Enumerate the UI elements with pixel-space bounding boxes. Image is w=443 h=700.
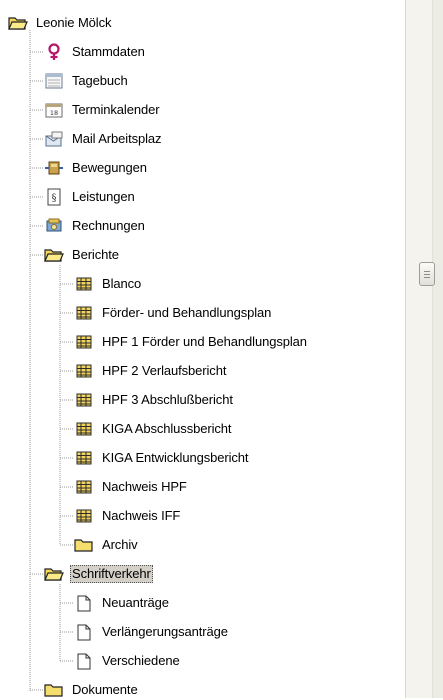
tree-node-report[interactable]: HPF 3 Abschlußbericht [74, 390, 235, 410]
invoice-icon [44, 217, 64, 235]
blank-document-icon [74, 652, 94, 670]
report-icon [74, 333, 94, 351]
tree-node-report[interactable]: HPF 1 Förder und Behandlungsplan [74, 332, 309, 352]
tree-node-label: Berichte [72, 247, 119, 262]
diary-icon [44, 72, 64, 90]
grip-line [424, 271, 430, 272]
report-icon [74, 507, 94, 525]
tree-view[interactable]: Leonie Mölck Stammdaten Tagebuch 18 Term… [0, 0, 405, 698]
tree-node-leistungen[interactable]: § Leistungen [44, 187, 137, 207]
tree-node-label: KIGA Entwicklungsbericht [102, 450, 249, 465]
tree-node-label: Archiv [102, 537, 138, 552]
tree-node-label: Blanco [102, 276, 142, 291]
tree-node-label: Verlängerungsanträge [102, 624, 228, 639]
report-icon [74, 362, 94, 380]
folder-icon [74, 536, 94, 554]
tree-node-mail-arbeitsplaz[interactable]: Mail Arbeitsplaz [44, 129, 163, 149]
mail-icon [44, 130, 64, 148]
tree-node-label: Tagebuch [72, 73, 128, 88]
tree-node-rechnungen[interactable]: Rechnungen [44, 216, 147, 236]
scrollbar-track[interactable] [432, 0, 443, 698]
tree-root-node[interactable]: Leonie Mölck [8, 13, 113, 33]
report-icon [74, 449, 94, 467]
grip-line [424, 277, 430, 278]
tree-node-archiv[interactable]: Archiv [74, 535, 140, 555]
tree-node-label: HPF 1 Förder und Behandlungsplan [102, 334, 307, 349]
tree-node-label: HPF 2 Verlaufsbericht [102, 363, 227, 378]
tree-node-label: Förder- und Behandlungsplan [102, 305, 272, 320]
folder-icon [44, 681, 64, 699]
svg-text:§: § [52, 193, 57, 204]
tree-node-label: Mail Arbeitsplaz [72, 131, 162, 146]
tree-node-terminkalender[interactable]: 18 Terminkalender [44, 100, 161, 120]
grip-line [424, 274, 430, 275]
tree-node-document[interactable]: Neuanträge [74, 593, 171, 613]
tree-node-label: KIGA Abschlussbericht [102, 421, 232, 436]
open-folder-icon [8, 14, 28, 32]
tree-node-report[interactable]: Nachweis HPF [74, 477, 189, 497]
tree-node-document[interactable]: Verschiedene [74, 651, 182, 671]
tree-node-label: Rechnungen [72, 218, 145, 233]
open-folder-icon [44, 246, 64, 264]
tree-node-berichte[interactable]: Berichte [44, 245, 121, 265]
report-icon [74, 420, 94, 438]
tree-node-label: HPF 3 Abschlußbericht [102, 392, 233, 407]
svg-text:18: 18 [50, 109, 58, 117]
tree-node-label: Nachweis HPF [102, 479, 187, 494]
blank-document-icon [74, 623, 94, 641]
tree-node-label: Leistungen [72, 189, 135, 204]
report-icon [74, 478, 94, 496]
tree-node-stammdaten[interactable]: Stammdaten [44, 42, 147, 62]
tree-node-label: Stammdaten [72, 44, 145, 59]
scrollbar-thumb[interactable] [419, 262, 435, 286]
tree-node-label: Terminkalender [72, 102, 160, 117]
report-icon [74, 304, 94, 322]
tree-node-label: Schriftverkehr [70, 565, 153, 583]
tree-node-dokumente[interactable]: Dokumente [44, 680, 140, 700]
tree-node-label: Bewegungen [72, 160, 147, 175]
tree-node-report[interactable]: Förder- und Behandlungsplan [74, 303, 273, 323]
tree-node-label: Nachweis IFF [102, 508, 181, 523]
tree-node-bewegungen[interactable]: Bewegungen [44, 158, 149, 178]
tree-node-document[interactable]: Verlängerungsanträge [74, 622, 230, 642]
report-icon [74, 275, 94, 293]
tree-node-tagebuch[interactable]: Tagebuch [44, 71, 130, 91]
tree-node-schriftverkehr[interactable]: Schriftverkehr [44, 564, 153, 584]
tree-node-label: Dokumente [72, 682, 138, 697]
tree-node-label: Verschiedene [102, 653, 180, 668]
female-symbol-icon [44, 43, 64, 61]
vertical-scrollbar[interactable] [405, 0, 443, 698]
tree-node-report[interactable]: KIGA Abschlussbericht [74, 419, 233, 439]
report-icon [74, 391, 94, 409]
tree-node-report[interactable]: HPF 2 Verlaufsbericht [74, 361, 228, 381]
tree-node-report[interactable]: Nachweis IFF [74, 506, 182, 526]
tree-node-label: Leonie Mölck [36, 15, 112, 30]
blank-document-icon [74, 594, 94, 612]
tree-node-report[interactable]: Blanco [74, 274, 143, 294]
calendar-icon: 18 [44, 101, 64, 119]
tree-node-label: Neuanträge [102, 595, 169, 610]
movements-icon [44, 159, 64, 177]
open-folder-icon [44, 565, 64, 583]
tree-node-report[interactable]: KIGA Entwicklungsbericht [74, 448, 250, 468]
paragraph-document-icon: § [44, 188, 64, 206]
